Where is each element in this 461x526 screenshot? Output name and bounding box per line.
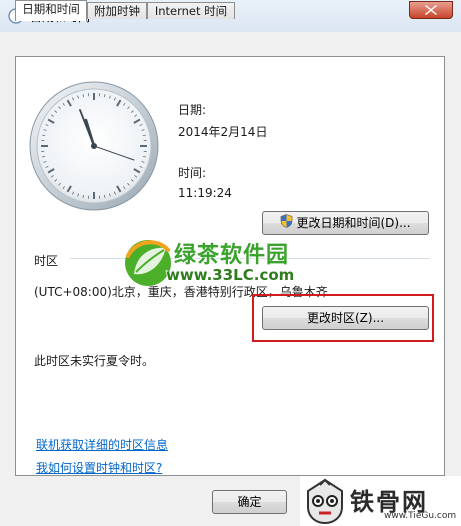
corner-logo-url: www.TieGu.com	[384, 511, 457, 521]
time-label: 时间:	[178, 166, 207, 180]
time-value: 11:19:24	[178, 186, 232, 200]
uac-shield-icon	[280, 213, 293, 235]
tab-internet-time[interactable]: Internet 时间	[147, 2, 235, 19]
close-icon	[425, 5, 437, 15]
watermark-url: www.33LC.com	[166, 266, 295, 284]
ok-button[interactable]: 确定	[212, 490, 287, 514]
close-button[interactable]	[409, 1, 453, 19]
mascot-icon	[307, 478, 343, 525]
watermark-logo: 绿茶软件园 www.33LC.com	[122, 234, 320, 292]
tab-additional-clocks[interactable]: 附加时钟	[87, 2, 147, 19]
change-timezone-button[interactable]: 更改时区(Z)...	[262, 306, 429, 330]
corner-logo: 铁骨网 www.TieGu.com	[300, 476, 461, 526]
date-value: 2014年2月14日	[178, 125, 268, 139]
analog-clock	[29, 81, 159, 211]
online-timezone-info-link[interactable]: 联机获取详细的时区信息	[36, 436, 168, 453]
watermark-name: 绿茶软件园	[174, 243, 290, 268]
change-date-time-label: 更改日期和时间(D)...	[296, 216, 411, 230]
how-to-set-clock-link[interactable]: 我如何设置时钟和时区?	[36, 459, 162, 476]
date-label: 日期:	[178, 103, 207, 117]
tab-date-time[interactable]: 日期和时间	[15, 0, 87, 21]
change-date-time-button[interactable]: 更改日期和时间(D)...	[262, 211, 429, 235]
timezone-group-label: 时区	[34, 254, 59, 268]
dst-note: 此时区未实行夏令时。	[34, 354, 155, 368]
